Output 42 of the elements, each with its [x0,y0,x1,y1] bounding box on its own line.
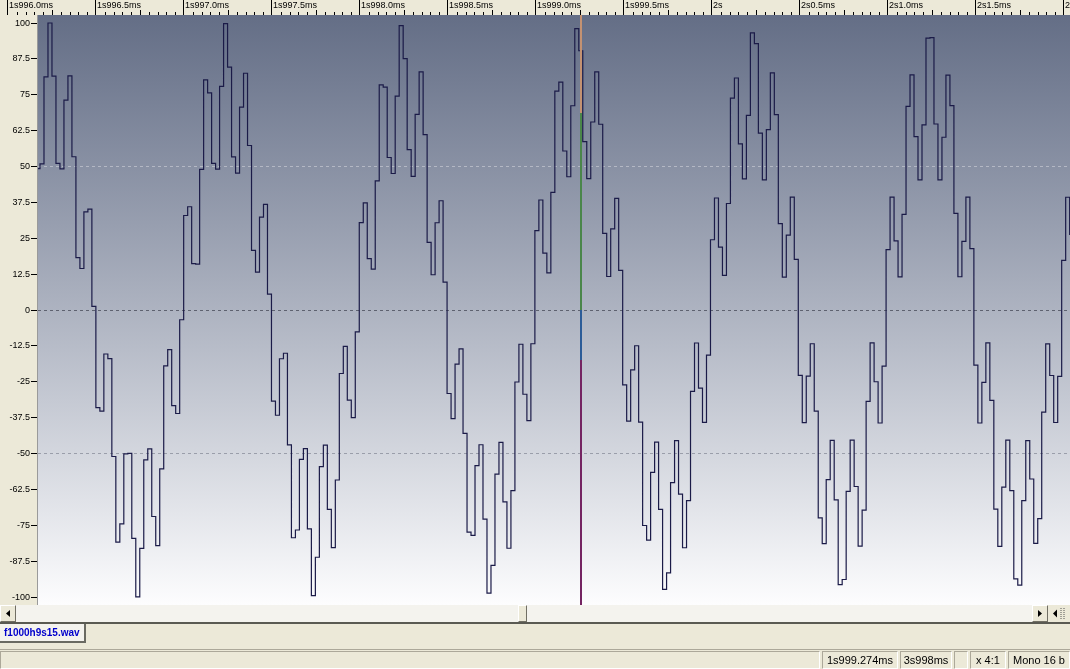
time-label: 1s999.5ms [624,0,670,10]
amplitude-label: -75 [17,519,31,531]
amplitude-label: 25 [20,232,31,244]
amplitude-label: 37.5 [12,196,31,208]
status-text: 3s998ms [900,651,952,669]
time-label: 1s997.0ms [184,0,230,10]
amplitude-label: 100 [14,17,31,29]
amplitude-label: -37.5 [9,412,31,424]
amplitude-label: 50 [20,161,31,172]
arrow-right-icon [1038,610,1042,617]
amplitude-label: -25 [17,376,31,388]
amplitude-label: -62.5 [9,483,31,495]
amplitude-label: 12.5 [12,268,31,280]
amplitude-label: -50 [17,448,31,459]
status-text: Mono 16 b [1008,651,1070,669]
amplitude-label: 75 [20,89,31,101]
arrow-left-icon [6,610,10,617]
time-label: 2s0.5ms [800,0,835,10]
time-label: 1s997.5ms [272,0,318,10]
cursor-line[interactable] [580,15,582,605]
split-handle-icon[interactable] [1053,608,1065,619]
scroll-right-button[interactable] [1032,605,1048,622]
time-label: 1s999.0ms [536,0,582,10]
scroll-left-button[interactable] [0,605,16,622]
time-label: 1s998.5ms [448,0,494,10]
time-label: 1s996.5ms [96,0,142,10]
time-label: 2s1.0ms [888,0,923,10]
amplitude-label: -12.5 [9,340,31,352]
time-label: 1s996.0ms [8,0,54,10]
status-text: x 4:1 [970,651,1006,669]
amplitude-label: 62.5 [12,125,31,137]
time-label: 2 [1064,0,1070,10]
amplitude-label: -100 [12,591,31,603]
scrollbar-thumb[interactable] [518,605,527,622]
amplitude-label: 0 [25,304,31,316]
time-label: 2s1.5ms [976,0,1011,10]
amplitude-label: -87.5 [9,555,31,567]
status-text: 1s999.274ms [822,651,898,669]
file-tab[interactable]: f1000h9s15.wav [0,624,86,643]
time-label: 2s [712,0,723,10]
time-label: 1s998.0ms [360,0,406,10]
amplitude-label: 87.5 [12,53,31,65]
